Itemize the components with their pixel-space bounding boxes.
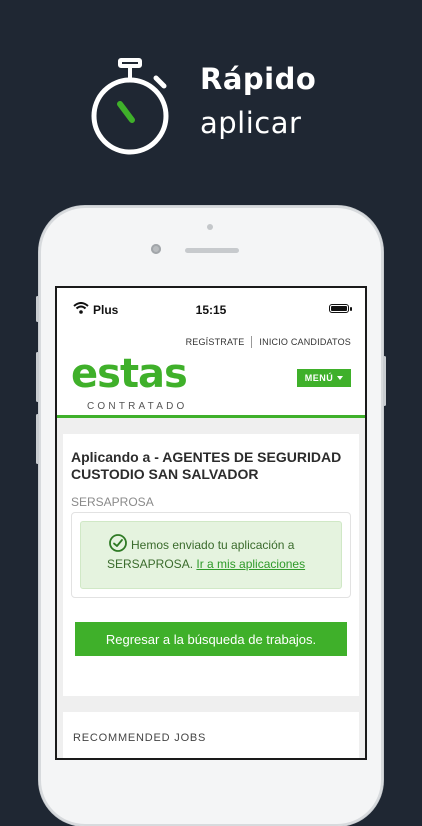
return-to-search-button[interactable]: Regresar a la búsqueda de trabajos.: [75, 622, 347, 656]
status-time: 15:15: [195, 303, 227, 317]
status-bar: Plus 15:15: [57, 288, 365, 328]
my-applications-link[interactable]: Ir a mis aplicaciones: [196, 557, 305, 571]
top-links: REGÍSTRATE INICIO CANDIDATOS: [186, 336, 351, 348]
application-title: Aplicando a - AGENTES DE SEGURIDAD CUSTO…: [71, 449, 342, 482]
link-divider: [251, 336, 253, 348]
success-message-line2: SERSAPROSA. Ir a mis aplicaciones: [107, 557, 305, 571]
volume-down-button: [36, 414, 39, 464]
candidates-home-link[interactable]: INICIO CANDIDATOS: [259, 337, 351, 347]
menu-button[interactable]: MENÚ: [297, 369, 351, 387]
front-camera: [151, 244, 161, 254]
check-circle-icon: [109, 534, 127, 552]
success-message-box: Hemos enviado tu aplicación a SERSAPROSA…: [71, 512, 351, 598]
logo-subtitle: CONTRATADO: [87, 401, 188, 412]
chevron-down-icon: [337, 376, 344, 380]
earpiece-speaker: [185, 248, 239, 253]
hero-subtitle: aplicar: [200, 106, 302, 140]
success-alert: Hemos enviado tu aplicación a SERSAPROSA…: [80, 521, 342, 589]
company-name: SERSAPROSA: [71, 495, 154, 509]
volume-up-button: [36, 352, 39, 402]
company-name-inline: SERSAPROSA.: [107, 557, 194, 571]
power-button: [383, 356, 386, 406]
battery-icon: [329, 304, 352, 313]
success-message-line1: Hemos enviado tu aplicación a: [131, 538, 295, 552]
recommended-jobs-title: RECOMMENDED JOBS: [73, 732, 207, 744]
mute-switch: [36, 296, 39, 322]
proximity-sensor: [207, 224, 213, 230]
menu-label: MENÚ: [304, 373, 334, 383]
stopwatch-icon: [91, 58, 169, 155]
hero-title: Rápido: [200, 62, 317, 96]
logo[interactable]: estas: [71, 354, 188, 394]
register-link[interactable]: REGÍSTRATE: [186, 337, 245, 347]
phone-screen: Plus 15:15 REGÍSTRATE INICIO CANDIDATOS …: [57, 288, 365, 758]
